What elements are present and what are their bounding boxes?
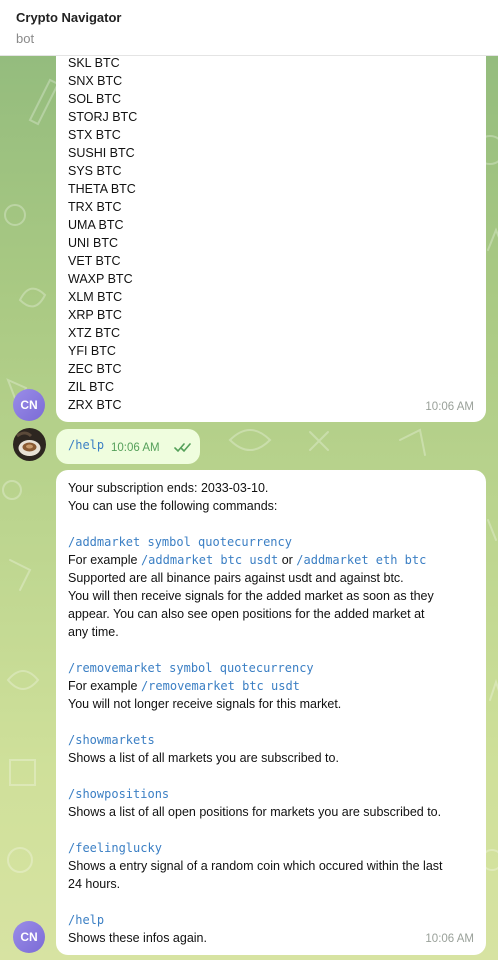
user-message-help[interactable]: /help 10:06 AM <box>56 429 200 464</box>
message-time: 10:06 AM <box>111 442 160 454</box>
list-item: XLM BTC <box>68 290 123 304</box>
list-item: SYS BTC <box>68 164 122 178</box>
list-item: UNI BTC <box>68 236 118 250</box>
list-item: ZEC BTC <box>68 362 122 376</box>
chat-subtitle: bot <box>16 31 35 46</box>
example-command[interactable]: /addmarket eth btc <box>296 553 426 567</box>
list-item: SOL BTC <box>68 92 122 106</box>
command-description: Shows a list of all markets you are subs… <box>68 751 339 765</box>
list-item: TRX BTC <box>68 200 122 214</box>
user-avatar[interactable] <box>13 428 46 461</box>
bot-message-help[interactable]: Your subscription ends: 2033-03-10. You … <box>56 470 486 955</box>
command-description: Shows these infos again. <box>68 931 207 945</box>
avatar-initials: CN <box>20 398 38 412</box>
command-description: appear. You can also see open positions … <box>68 607 425 621</box>
help-intro: Your subscription ends: 2033-03-10. <box>68 481 269 495</box>
list-item: VET BTC <box>68 254 121 268</box>
command-showpositions[interactable]: /showpositions <box>68 787 169 801</box>
list-item: WAXP BTC <box>68 272 133 286</box>
user-photo-icon <box>13 428 46 461</box>
command-description: Shows a entry signal of a random coin wh… <box>68 859 443 873</box>
list-item: SKL BTC <box>68 56 120 70</box>
list-item: STX BTC <box>68 128 121 142</box>
list-item: SUSHI BTC <box>68 146 135 160</box>
bot-avatar[interactable]: CN <box>13 921 45 953</box>
list-item: STORJ BTC <box>68 110 138 124</box>
list-item: THETA BTC <box>68 182 136 196</box>
user-command-link[interactable]: /help <box>68 438 104 452</box>
command-addmarket[interactable]: /addmarket symbol quotecurrency <box>68 535 292 549</box>
command-showmarkets[interactable]: /showmarkets <box>68 733 155 747</box>
list-item: ZIL BTC <box>68 380 115 394</box>
bot-message-market-list[interactable]: SKL BTC SNX BTC SOL BTC STORJ BTC STX BT… <box>56 36 486 422</box>
list-item: YFI BTC <box>68 344 116 358</box>
list-item: XTZ BTC <box>68 326 121 340</box>
command-feelinglucky[interactable]: /feelinglucky <box>68 841 162 855</box>
double-check-icon <box>174 443 191 453</box>
example-prefix: For example <box>68 553 141 567</box>
command-description: You will then receive signals for the ad… <box>68 589 434 603</box>
command-description: 24 hours. <box>68 877 121 891</box>
command-description: Shows a list of all open positions for m… <box>68 805 442 819</box>
example-or: or <box>278 553 297 567</box>
list-item: XRP BTC <box>68 308 122 322</box>
example-prefix: For example <box>68 679 141 693</box>
command-description: You will not longer receive signals for … <box>68 697 342 711</box>
message-time: 10:06 AM <box>425 401 474 413</box>
list-item: UMA BTC <box>68 218 124 232</box>
chat-header[interactable]: Crypto Navigator bot <box>0 0 498 56</box>
command-description: any time. <box>68 625 119 639</box>
chat-title: Crypto Navigator <box>16 10 122 25</box>
command-description: Supported are all binance pairs against … <box>68 571 404 585</box>
bot-avatar[interactable]: CN <box>13 389 45 421</box>
command-removemarket[interactable]: /removemarket symbol quotecurrency <box>68 661 314 675</box>
help-intro: You can use the following commands: <box>68 499 278 513</box>
list-item: ZRX BTC <box>68 398 122 412</box>
example-command[interactable]: /removemarket btc usdt <box>141 679 300 693</box>
message-time: 10:06 AM <box>425 933 474 945</box>
command-help[interactable]: /help <box>68 913 104 927</box>
list-item: SNX BTC <box>68 74 123 88</box>
example-command[interactable]: /addmarket btc usdt <box>141 553 278 567</box>
avatar-initials: CN <box>20 930 38 944</box>
